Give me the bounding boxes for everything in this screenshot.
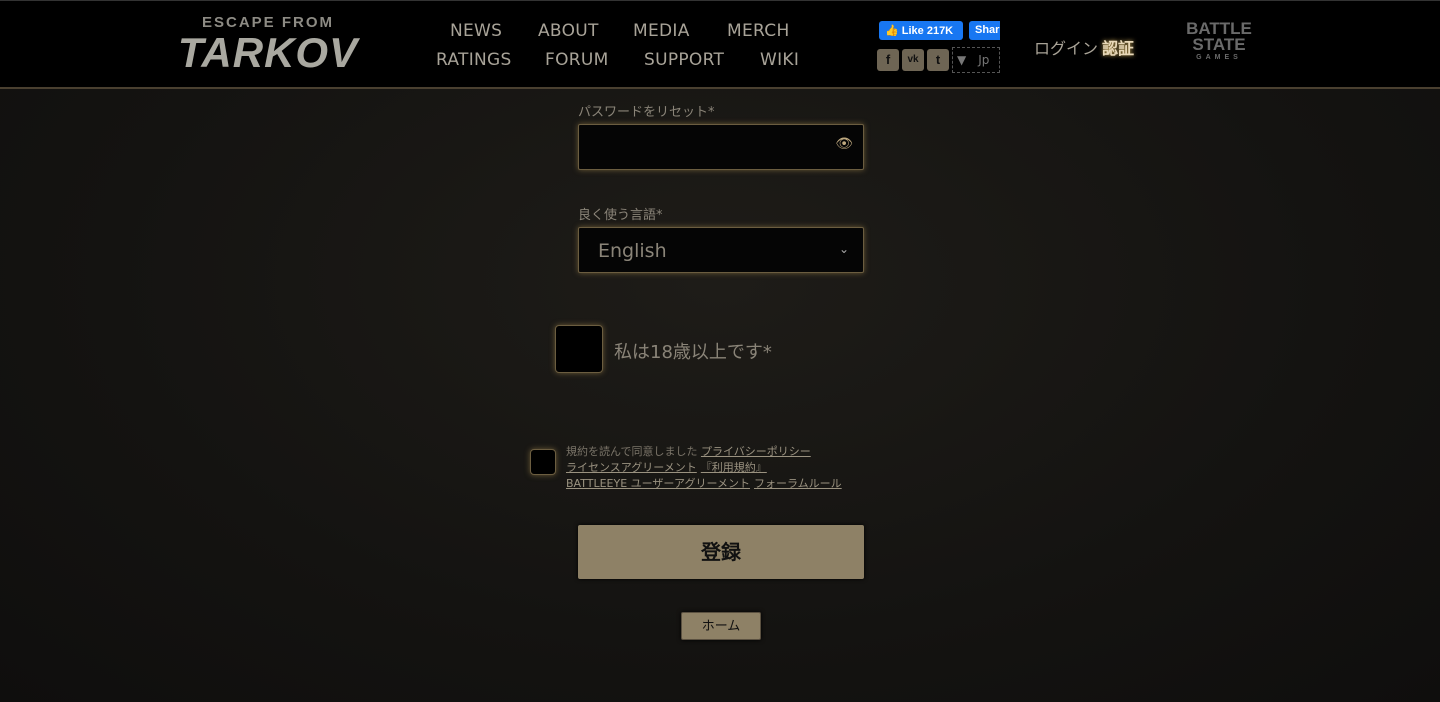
register-button[interactable]: 登録 [578,525,864,579]
language-label: 良く使う言語* [578,208,663,223]
nav-about[interactable]: ABOUT [538,21,599,41]
nav-support[interactable]: SUPPORT [644,50,724,70]
facebook-share-button[interactable]: Share [969,21,1000,40]
language-dropdown[interactable]: English ⌄ [578,227,864,273]
terms-checkbox[interactable] [530,449,556,475]
nav-ratings[interactable]: RATINGS [436,50,512,70]
verify-link[interactable]: 認証 [1102,39,1134,58]
vk-icon[interactable]: vk [902,49,924,71]
nav-media[interactable]: MEDIA [633,21,690,41]
battleye-agreement-link[interactable]: BATTLEEYE ユーザーアグリーメント [566,477,750,490]
license-agreement-link[interactable]: ライセンスアグリーメント [566,461,697,474]
caret-down-icon: ▼ [957,53,967,67]
header: ESCAPE FROM TARKOV NEWS ABOUT MEDIA MERC… [0,0,1440,89]
login-link[interactable]: ログイン [1034,39,1098,58]
privacy-policy-link[interactable]: プライバシーポリシー [701,445,811,458]
tarkov-logo[interactable]: ESCAPE FROM TARKOV [176,15,360,79]
auth-links: ログイン 認証 [1034,35,1134,59]
nav-merch[interactable]: MERCH [727,21,790,41]
chevron-down-icon: ⌄ [838,242,849,256]
terms-of-use-link[interactable]: 『利用規約』 [701,461,767,474]
password-input[interactable]: 👁 [578,124,864,170]
age-checkbox[interactable] [555,325,603,373]
nav-wiki[interactable]: WIKI [760,50,799,70]
language-select[interactable]: ▼ Jp [952,47,1000,73]
nav-news[interactable]: NEWS [450,21,502,41]
facebook-like-button[interactable]: 👍 Like 217K [879,21,963,40]
nav-forum[interactable]: FORUM [545,50,609,70]
battlestate-logo[interactable]: BATTLE STATE GAMES [1172,20,1266,71]
eye-icon[interactable]: 👁 [835,136,853,152]
age-label: 私は18歳以上です* [614,342,772,363]
forum-rules-link[interactable]: フォーラムルール [754,477,842,490]
facebook-icon[interactable]: f [877,49,899,71]
thumbs-up-icon: 👍 [885,25,899,37]
terms-text: 規約を読んで同意しました プライバシーポリシー ライセンスアグリーメント 『利用規… [566,445,842,490]
password-label: パスワードをリセット* [578,105,715,120]
home-button[interactable]: ホーム [681,612,761,640]
twitter-icon[interactable]: t [927,49,949,71]
